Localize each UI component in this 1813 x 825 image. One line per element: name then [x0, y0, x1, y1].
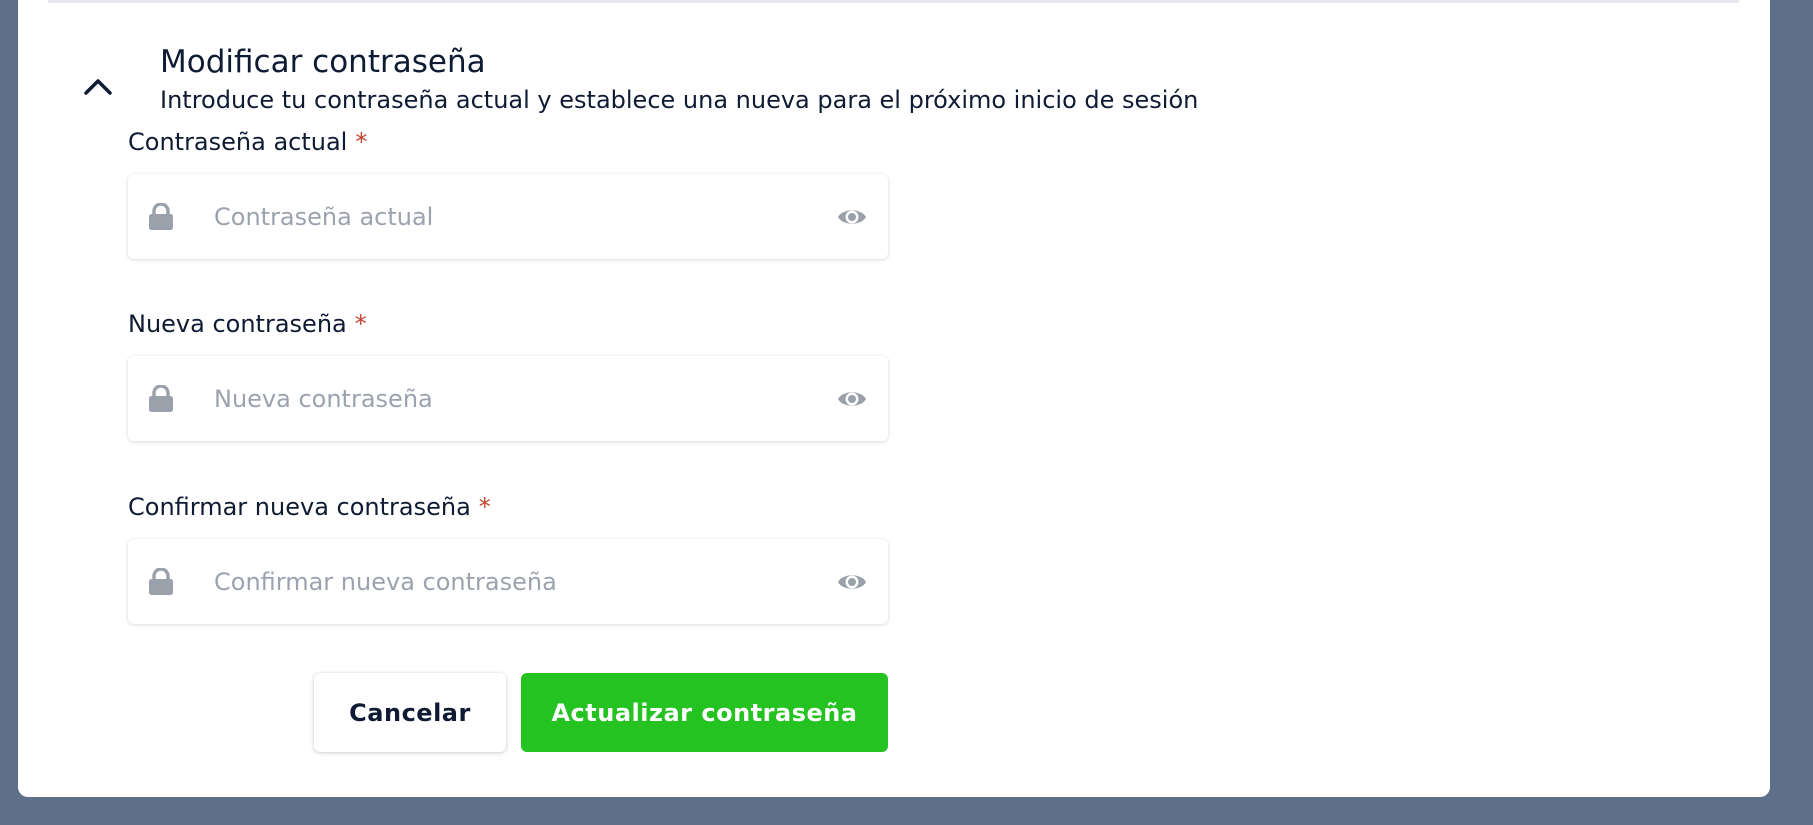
section-header: Modificar contraseña Introduce tu contra… [18, 44, 1770, 124]
new-password-label-text: Nueva contraseña [128, 310, 347, 338]
password-card: Modificar contraseña Introduce tu contra… [18, 0, 1770, 797]
eye-icon[interactable] [836, 568, 868, 596]
new-password-field[interactable] [128, 356, 888, 441]
lock-icon [149, 385, 173, 412]
current-password-label: Contraseña actual * [128, 128, 367, 156]
required-mark: * [355, 128, 368, 156]
new-password-label: Nueva contraseña * [128, 310, 367, 338]
cancel-button[interactable]: Cancelar [314, 673, 506, 752]
section-title: Modificar contraseña [160, 44, 486, 80]
eye-icon[interactable] [836, 385, 868, 413]
top-divider [48, 0, 1739, 3]
new-password-input[interactable] [214, 356, 794, 441]
current-password-label-text: Contraseña actual [128, 128, 348, 156]
update-password-button[interactable]: Actualizar contraseña [521, 673, 888, 752]
current-password-input[interactable] [214, 174, 794, 259]
confirm-password-input[interactable] [214, 539, 794, 624]
eye-icon[interactable] [836, 203, 868, 231]
section-subtitle: Introduce tu contraseña actual y estable… [160, 86, 1199, 114]
confirm-password-field[interactable] [128, 539, 888, 624]
chevron-up-icon[interactable] [80, 68, 116, 104]
required-mark: * [354, 310, 367, 338]
lock-icon [149, 568, 173, 595]
confirm-password-label: Confirmar nueva contraseña * [128, 493, 491, 521]
current-password-field[interactable] [128, 174, 888, 259]
required-mark: * [478, 493, 491, 521]
lock-icon [149, 203, 173, 230]
confirm-password-label-text: Confirmar nueva contraseña [128, 493, 471, 521]
